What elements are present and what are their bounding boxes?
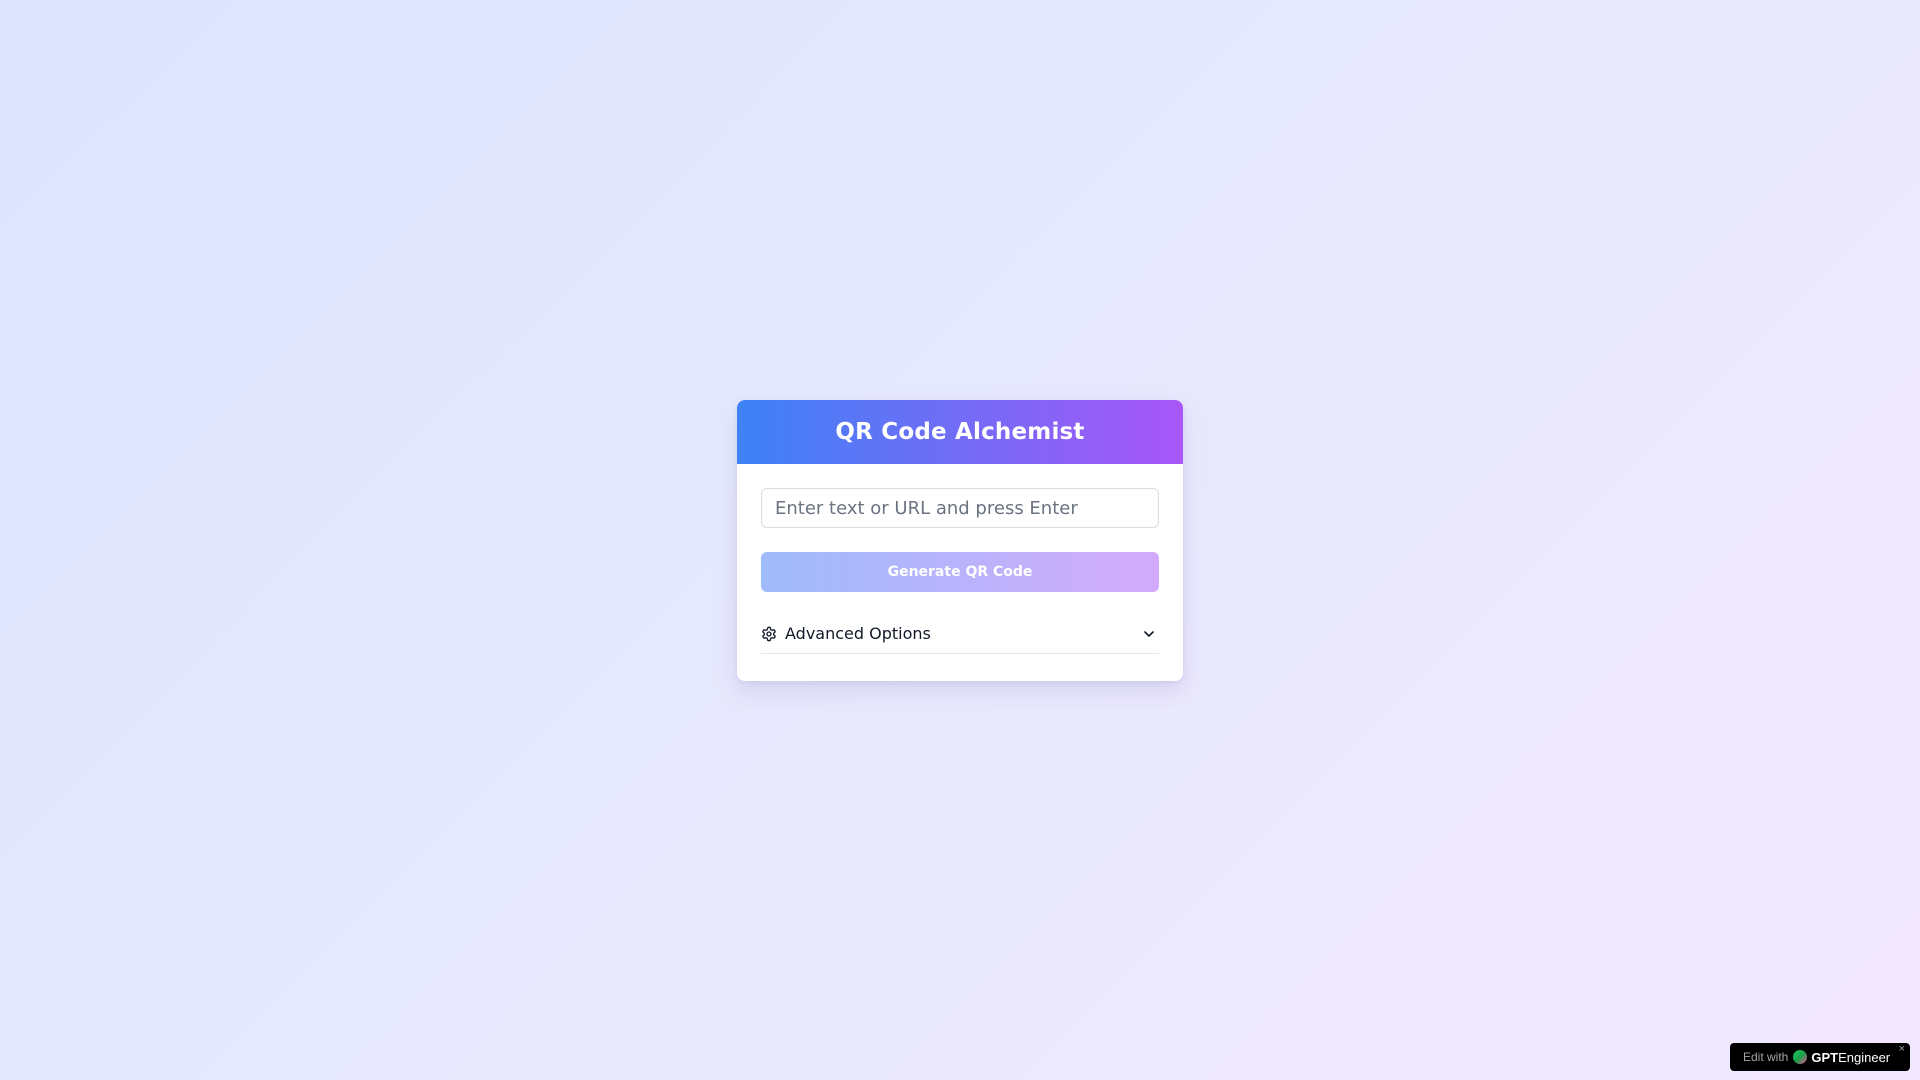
advanced-options-label: Advanced Options bbox=[785, 624, 931, 643]
badge-close-icon[interactable]: × bbox=[1899, 1044, 1905, 1055]
qr-generator-card: QR Code Alchemist Generate QR Code Advan… bbox=[737, 400, 1183, 681]
chevron-down-icon bbox=[1141, 626, 1157, 642]
badge-prefix-text: Edit with bbox=[1743, 1050, 1789, 1064]
card-header: QR Code Alchemist bbox=[737, 400, 1183, 464]
badge-brand-bold: GPT bbox=[1811, 1049, 1839, 1065]
text-url-input[interactable] bbox=[761, 488, 1159, 528]
gear-icon bbox=[761, 626, 777, 642]
badge-brand-text: GPTEngineer bbox=[1811, 1050, 1890, 1065]
badge-brand-rest: Engineer bbox=[1838, 1049, 1891, 1065]
advanced-options-toggle[interactable]: Advanced Options bbox=[761, 614, 1159, 654]
page-title: QR Code Alchemist bbox=[835, 419, 1085, 445]
advanced-options-header: Advanced Options bbox=[761, 624, 931, 643]
generate-qr-button[interactable]: Generate QR Code bbox=[761, 552, 1159, 592]
gptengineer-logo-icon bbox=[1793, 1050, 1808, 1064]
edit-with-gptengineer-badge[interactable]: Edit with GPTEngineer × bbox=[1730, 1043, 1910, 1071]
card-body: Generate QR Code Advanced Options bbox=[737, 464, 1183, 654]
